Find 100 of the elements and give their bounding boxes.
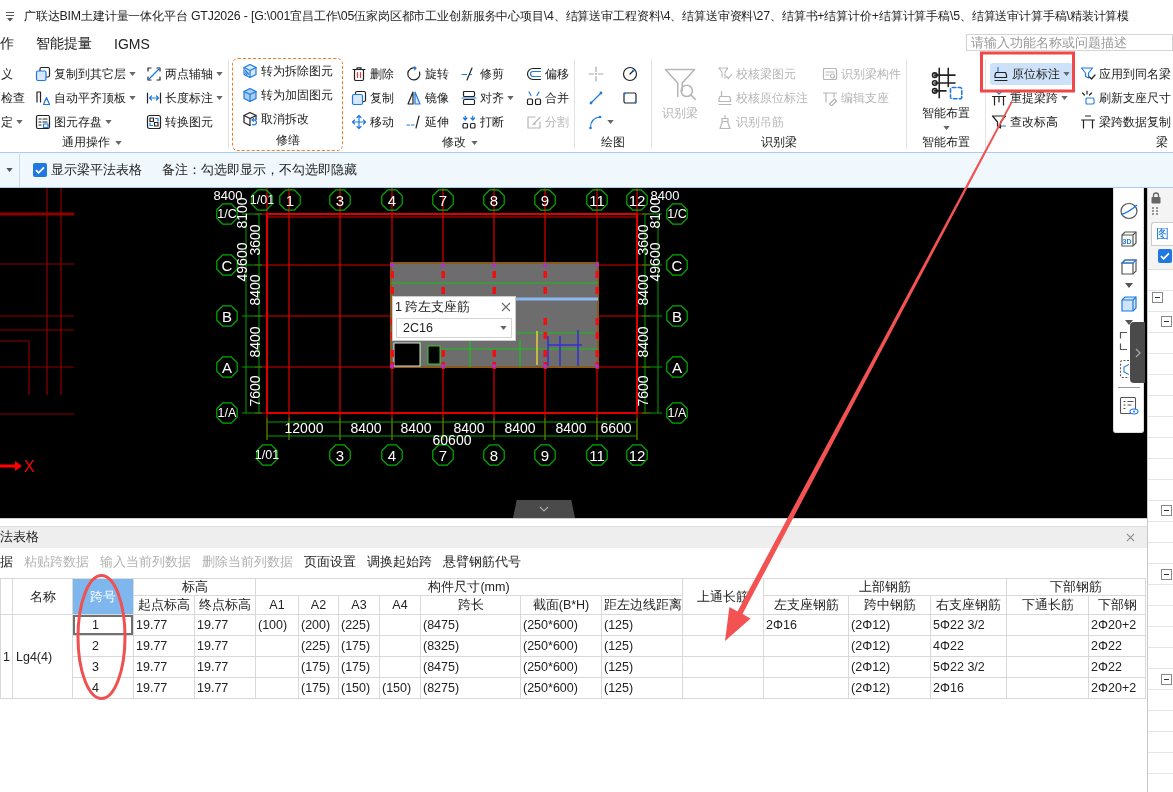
table-cell: 4Φ22 bbox=[930, 635, 1007, 657]
ribbon-button[interactable]: 延伸 bbox=[405, 111, 450, 133]
close-icon[interactable] bbox=[1126, 533, 1135, 542]
caret-icon bbox=[942, 126, 950, 130]
ribbon-button[interactable]: 转为加固图元 bbox=[241, 84, 334, 106]
close-icon[interactable] bbox=[501, 302, 511, 312]
menu-tab[interactable]: 作 bbox=[0, 35, 14, 53]
column-header[interactable]: A4 bbox=[379, 595, 421, 615]
ribbon-button[interactable]: 刷新支座尺寸 bbox=[1079, 87, 1172, 109]
column-header[interactable]: 截面(B*H) bbox=[520, 595, 602, 615]
group-label: 绘图 bbox=[601, 134, 625, 151]
bracket-icon[interactable] bbox=[1119, 331, 1129, 351]
table-cell: 19.77 bbox=[133, 656, 195, 678]
axis-bubble: 1/01 bbox=[254, 444, 280, 466]
cube-icon[interactable] bbox=[1118, 257, 1139, 277]
cube-icon[interactable] bbox=[1118, 294, 1139, 314]
lock-icon[interactable] bbox=[1151, 192, 1161, 204]
quick-access-icon[interactable] bbox=[5, 10, 15, 22]
ribbon-button[interactable]: 重提梁跨 bbox=[990, 87, 1073, 109]
grip-icon[interactable] bbox=[1151, 206, 1159, 216]
dimension-label: 8400 bbox=[400, 420, 432, 436]
column-header[interactable]: A2 bbox=[298, 595, 339, 615]
rebar-select[interactable]: 2C16 bbox=[396, 318, 512, 338]
ribbon-button[interactable]: 合并 bbox=[525, 87, 570, 109]
menu-tab[interactable]: IGMS bbox=[114, 36, 150, 52]
ribbon-button[interactable]: 转为拆除图元 bbox=[241, 60, 334, 82]
ribbon-button[interactable]: 修剪 bbox=[460, 63, 515, 85]
offset-icon bbox=[526, 66, 542, 82]
table-cell[interactable]: 4 bbox=[72, 677, 134, 699]
ribbon-button[interactable]: 移动 bbox=[350, 111, 395, 133]
checkbox[interactable] bbox=[1158, 249, 1172, 263]
column-header[interactable]: 下部钢 bbox=[1088, 595, 1146, 615]
caret-icon bbox=[471, 140, 478, 145]
column-header[interactable]: 距左边线距离 bbox=[601, 595, 683, 615]
column-header[interactable]: 右支座钢筋 bbox=[930, 595, 1007, 615]
group-label[interactable]: 修改 bbox=[442, 134, 478, 151]
axis-bubble: B bbox=[666, 305, 688, 327]
ribbon-button[interactable]: 梁跨数据复制 bbox=[1079, 111, 1172, 133]
collapse-tab[interactable] bbox=[513, 500, 575, 518]
column-header[interactable]: 跨长 bbox=[420, 595, 521, 615]
orbit-icon[interactable] bbox=[1118, 201, 1139, 221]
note-text: 备注：勾选即显示，不勾选即隐藏 bbox=[162, 161, 357, 179]
checkbox[interactable] bbox=[33, 163, 47, 177]
document-list-icon bbox=[35, 114, 51, 130]
ribbon-button[interactable]: 偏移 bbox=[525, 63, 570, 85]
ribbon-button[interactable]: 检查 bbox=[0, 87, 26, 109]
caret-icon[interactable] bbox=[1124, 320, 1133, 325]
column-header[interactable]: 名称 bbox=[12, 578, 73, 615]
ribbon-button[interactable]: 旋转 bbox=[405, 63, 450, 85]
table-cell[interactable]: 3 bbox=[72, 656, 134, 678]
toolbar-button[interactable]: 悬臂钢筋代号 bbox=[443, 554, 521, 571]
group-label[interactable]: 通用操作 bbox=[62, 134, 122, 151]
ribbon-button[interactable]: 长度标注 bbox=[145, 87, 224, 109]
ribbon-button[interactable]: 复制 bbox=[350, 87, 395, 109]
column-header[interactable]: 左支座钢筋 bbox=[763, 595, 849, 615]
ribbon-button[interactable]: 原位标注 bbox=[990, 63, 1073, 85]
rotate-icon bbox=[406, 66, 422, 82]
collapse-toggle[interactable] bbox=[1161, 505, 1172, 516]
caret-icon[interactable] bbox=[1124, 283, 1133, 288]
column-header[interactable]: 终点标高 bbox=[194, 595, 256, 615]
dashed-cube-icon[interactable] bbox=[1119, 359, 1129, 379]
ribbon-button[interactable]: 查改标高 bbox=[990, 111, 1073, 133]
menu-tab[interactable]: 智能提量 bbox=[36, 35, 92, 53]
caret-icon[interactable] bbox=[6, 168, 13, 172]
checkbox-label[interactable]: 显示梁平法表格 bbox=[51, 161, 142, 179]
table-cell[interactable]: 2 bbox=[72, 635, 134, 657]
column-header[interactable]: 起点标高 bbox=[133, 595, 195, 615]
collapse-toggle[interactable] bbox=[1161, 674, 1172, 685]
search-field[interactable]: 请输入功能名称或问题描述 bbox=[966, 34, 1173, 51]
column-header[interactable]: A3 bbox=[338, 595, 380, 615]
list-view-icon[interactable] bbox=[1118, 396, 1139, 416]
ribbon-button[interactable]: 转换图元 bbox=[145, 111, 224, 133]
stamp-icon bbox=[993, 66, 1009, 82]
table-cell[interactable]: 1 bbox=[72, 614, 134, 636]
ribbon-button[interactable]: 图元存盘 bbox=[34, 111, 137, 133]
ribbon-button[interactable]: 两点辅轴 bbox=[145, 63, 224, 85]
ribbon-button[interactable]: 智能布置 bbox=[916, 62, 976, 130]
collapse-toggle[interactable] bbox=[1161, 316, 1172, 327]
ribbon-button[interactable]: 定 bbox=[0, 111, 26, 133]
ribbon-button[interactable]: 镜像 bbox=[405, 87, 450, 109]
column-header[interactable]: A1 bbox=[255, 595, 299, 615]
ribbon-button[interactable]: 义 bbox=[0, 63, 26, 85]
ribbon-button[interactable]: 复制到其它层 bbox=[34, 63, 137, 85]
toolbar-button[interactable]: 据 bbox=[0, 554, 13, 571]
collapse-toggle[interactable] bbox=[1161, 569, 1172, 580]
axis-bubble: 4 bbox=[381, 189, 403, 211]
ribbon-button[interactable]: 对齐 bbox=[460, 87, 515, 109]
toolbar-button[interactable]: 调换起始跨 bbox=[367, 554, 432, 571]
column-header[interactable]: 跨中钢筋 bbox=[848, 595, 931, 615]
extend-icon bbox=[406, 114, 422, 130]
cube-arrow-icon bbox=[242, 111, 258, 127]
ribbon-button[interactable]: 打断 bbox=[460, 111, 515, 133]
ribbon-button[interactable]: 应用到同名梁 bbox=[1079, 63, 1172, 85]
ribbon-button[interactable]: 自动平齐顶板 bbox=[34, 87, 137, 109]
collapse-toggle[interactable] bbox=[1152, 292, 1163, 303]
ribbon-button[interactable]: 取消拆改 bbox=[241, 108, 334, 130]
toolbar-button[interactable]: 页面设置 bbox=[304, 554, 356, 571]
panel-tab[interactable]: 图 bbox=[1151, 222, 1173, 246]
ribbon-button[interactable]: 删除 bbox=[350, 63, 395, 85]
column-header[interactable]: 下通长筋 bbox=[1006, 595, 1089, 615]
